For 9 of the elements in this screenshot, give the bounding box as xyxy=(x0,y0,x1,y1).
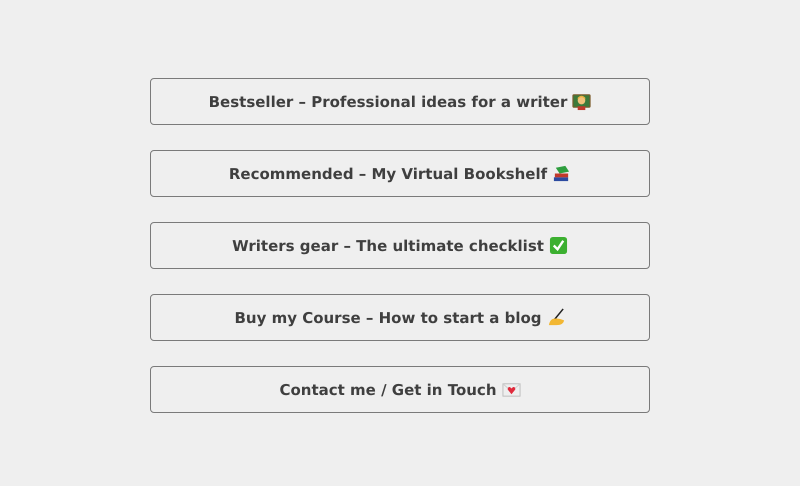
link-button[interactable]: Buy my Course – How to start a blog xyxy=(150,294,650,341)
link-button[interactable]: Contact me / Get in Touch xyxy=(150,366,650,413)
link-button[interactable]: Writers gear – The ultimate checklist xyxy=(150,222,650,269)
link-button[interactable]: Recommended – My Virtual Bookshelf xyxy=(150,150,650,197)
check-icon xyxy=(548,236,568,255)
books-icon xyxy=(552,164,572,183)
writing-hand-icon xyxy=(546,308,566,327)
teacher-icon xyxy=(572,92,592,111)
link-button[interactable]: Bestseller – Professional ideas for a writer xyxy=(150,78,650,125)
